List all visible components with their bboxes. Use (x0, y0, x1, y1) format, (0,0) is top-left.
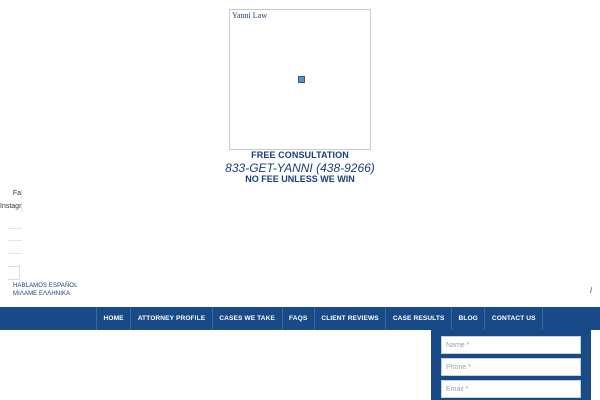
spanish-language-link[interactable]: HABLAMOS ESPAÑOL (13, 283, 78, 289)
phone-number-link[interactable]: 833-GET-YANNI (438-9266) (0, 161, 600, 175)
contact-form (431, 330, 591, 400)
nav-cases-we-take[interactable]: CASES WE TAKE (211, 307, 282, 330)
nav-home[interactable]: HOME (96, 307, 130, 330)
free-consultation-text: FREE CONSULTATION (251, 150, 349, 160)
nav-contact-us[interactable]: CONTACT US (484, 307, 544, 330)
nav-blog[interactable]: BLOG (450, 307, 484, 330)
nav-attorney-profile[interactable]: ATTORNEY PROFILE (130, 307, 212, 330)
nav-client-reviews[interactable]: CLIENT REVIEWS (313, 307, 385, 330)
name-field[interactable] (441, 336, 581, 354)
greek-language-link[interactable]: ΜΙΛΑΜΕ ΕΛΛΗΝΙΚΑ (13, 291, 70, 297)
no-fee-text: NO FEE UNLESS WE WIN (245, 174, 355, 184)
instagram-link[interactable]: Instagram (0, 201, 22, 212)
social-divider (8, 228, 22, 229)
social-divider (8, 253, 22, 254)
social-link-box[interactable] (8, 266, 20, 280)
logo-alt-text: Yanni Law (232, 11, 267, 20)
broken-image-icon (298, 76, 305, 83)
email-field[interactable] (441, 380, 581, 398)
logo-image[interactable]: Yanni Law (229, 9, 371, 150)
facebook-link[interactable]: Fa (0, 188, 22, 199)
phone-field[interactable] (441, 358, 581, 376)
main-navigation: HOME ATTORNEY PROFILE CASES WE TAKE FAQS… (0, 307, 600, 330)
nav-case-results[interactable]: CASE RESULTS (385, 307, 451, 330)
slash-text: / (590, 286, 593, 295)
nav-faqs[interactable]: FAQS (281, 307, 314, 330)
social-divider (8, 240, 22, 241)
